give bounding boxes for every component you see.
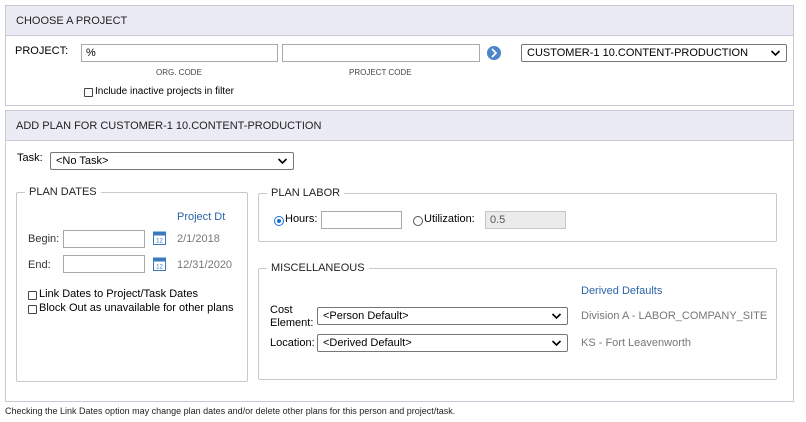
task-select-value: <No Task> — [56, 155, 109, 167]
utilization-label: Utilization: — [424, 213, 475, 225]
project-code-caption: PROJECT CODE — [349, 68, 412, 77]
derived-defaults-header: Derived Defaults — [581, 285, 663, 297]
location-select[interactable]: <Derived Default> — [317, 334, 568, 352]
plan-dates-legend: PLAN DATES — [29, 186, 97, 198]
link-dates-label: Link Dates to Project/Task Dates — [39, 288, 198, 300]
cost-element-select[interactable]: <Person Default> — [317, 307, 568, 325]
chevron-down-icon — [551, 313, 562, 320]
chevron-down-icon — [277, 158, 288, 165]
calendar-icon[interactable]: 12 — [153, 230, 166, 245]
location-label: Location: — [270, 337, 315, 349]
cost-element-derived: Division A - LABOR_COMPANY_SITE — [581, 310, 768, 322]
miscellaneous-legend: MISCELLANEOUS — [271, 262, 365, 274]
project-select[interactable]: CUSTOMER-1 10.CONTENT-PRODUCTION — [521, 44, 787, 62]
cost-element-label-line1: Cost — [270, 304, 293, 316]
utilization-radio[interactable] — [413, 216, 423, 226]
org-code-caption: ORG. CODE — [156, 68, 202, 77]
begin-project-dt: 2/1/2018 — [177, 233, 220, 245]
location-derived: KS - Fort Leavenworth — [581, 337, 692, 349]
cost-element-select-value: <Person Default> — [323, 310, 409, 322]
hours-input[interactable] — [321, 211, 402, 229]
choose-project-title: CHOOSE A PROJECT — [6, 6, 793, 36]
include-inactive-checkbox[interactable] — [84, 88, 93, 97]
add-plan-panel: ADD PLAN FOR CUSTOMER-1 10.CONTENT-PRODU… — [5, 110, 794, 402]
chevron-down-icon — [551, 340, 562, 347]
chevron-right-icon — [491, 48, 497, 58]
include-inactive-label: Include inactive projects in filter — [95, 86, 234, 97]
project-label: PROJECT: — [15, 45, 69, 57]
footer-note: Checking the Link Dates option may chang… — [5, 406, 456, 416]
link-dates-checkbox[interactable] — [28, 291, 37, 300]
end-project-dt: 12/31/2020 — [177, 259, 233, 271]
plan-labor-legend: PLAN LABOR — [271, 187, 341, 199]
choose-project-panel: CHOOSE A PROJECT PROJECT: % ORG. CODE PR… — [5, 5, 794, 106]
project-code-input[interactable] — [282, 44, 480, 62]
go-arrow-button[interactable] — [487, 46, 501, 60]
hours-radio[interactable] — [274, 216, 284, 226]
task-label: Task: — [17, 152, 43, 164]
project-select-value: CUSTOMER-1 10.CONTENT-PRODUCTION — [527, 47, 749, 59]
chevron-down-icon — [770, 50, 781, 57]
utilization-input[interactable]: 0.5 — [485, 211, 566, 229]
org-code-input[interactable]: % — [81, 44, 278, 62]
begin-label: Begin: — [28, 233, 60, 245]
add-plan-title: ADD PLAN FOR CUSTOMER-1 10.CONTENT-PRODU… — [6, 111, 793, 141]
cost-element-label-line2: Element: — [270, 317, 314, 329]
block-out-label: Block Out as unavailable for other plans — [39, 302, 234, 314]
task-select[interactable]: <No Task> — [50, 152, 294, 170]
location-select-value: <Derived Default> — [323, 337, 412, 349]
project-dt-header: Project Dt — [177, 211, 226, 223]
calendar-icon[interactable]: 12 — [153, 256, 166, 271]
hours-label: Hours: — [285, 213, 318, 225]
svg-text:12: 12 — [156, 265, 163, 271]
end-label: End: — [28, 259, 51, 271]
end-date-input[interactable] — [63, 255, 145, 273]
block-out-checkbox[interactable] — [28, 305, 37, 314]
begin-date-input[interactable] — [63, 230, 145, 248]
svg-text:12: 12 — [156, 239, 163, 245]
